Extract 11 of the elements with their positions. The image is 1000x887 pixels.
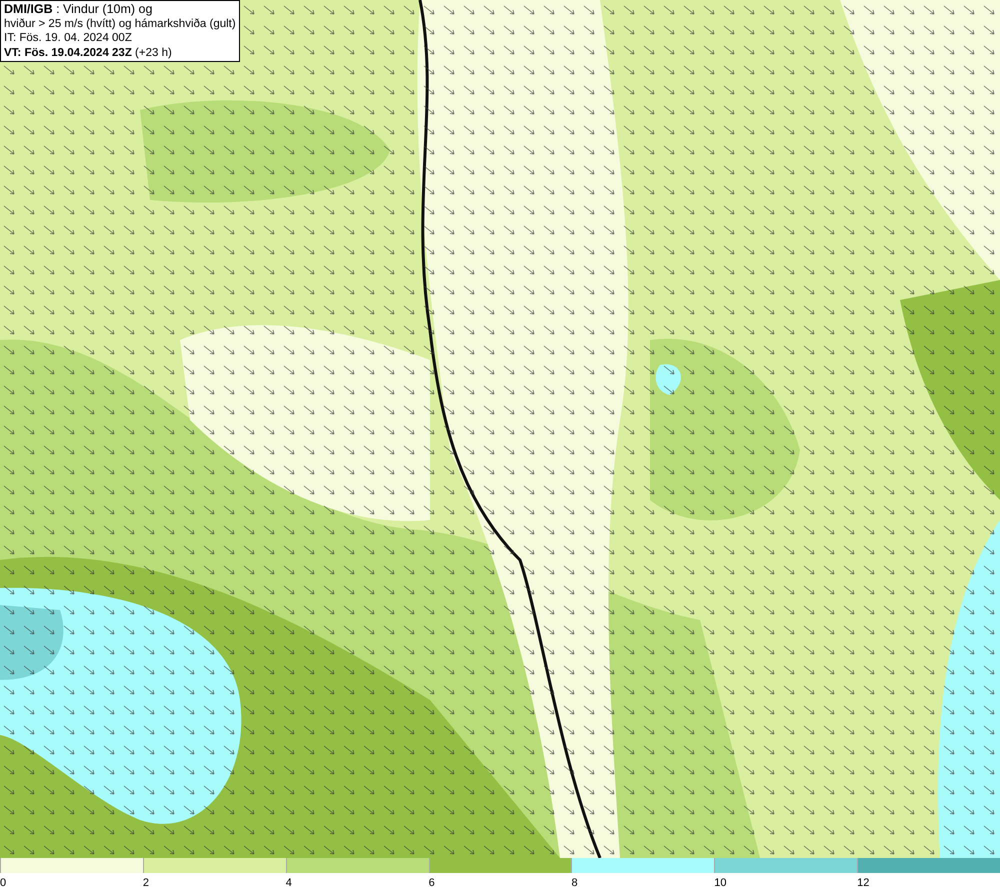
legend-label: 12: [857, 877, 870, 887]
title-line: VT: Fös. 19.04.2024 23Z (+23 h): [4, 46, 173, 60]
legend-label: 8: [571, 877, 578, 887]
legend-label: 4: [286, 877, 292, 887]
title-line: IT: Fös. 19. 04. 2024 00Z: [4, 31, 133, 46]
legend-label: 10: [714, 877, 727, 887]
legend-label: 2: [142, 877, 149, 887]
legend-label: 6: [428, 877, 435, 887]
legend-label: 0: [0, 877, 6, 887]
title-line: hviður > 25 m/s (hvítt) og hámarkshviða (gult): [4, 16, 236, 31]
title-line: DMI/IGB : Vindur (10m) og: [4, 2, 154, 16]
